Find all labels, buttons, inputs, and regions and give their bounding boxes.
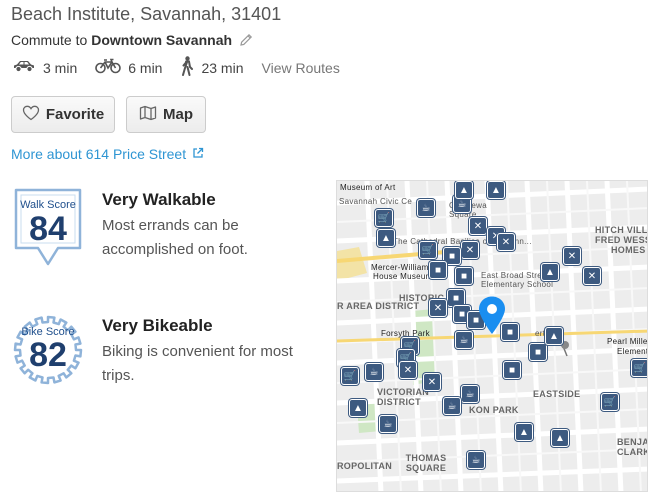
map-poi-shop-icon[interactable]: ■: [429, 261, 447, 279]
map-poi-cafe-icon[interactable]: ☕: [365, 363, 383, 381]
bike-icon: [95, 58, 128, 77]
map-button[interactable]: Map: [126, 96, 206, 133]
map-label-civic: Savannah Civic Ce: [339, 197, 413, 206]
map-label-parkave: KON PARK: [469, 405, 519, 415]
favorite-label: Favorite: [45, 106, 105, 123]
map-label-eastside: EASTSIDE: [533, 389, 581, 399]
map-poi-shop-icon[interactable]: ■: [529, 343, 547, 361]
map-label-metropolitan: ROPOLITAN: [337, 461, 393, 471]
redacted-area-bottom: [14, 420, 214, 468]
map-poi-restaurant-icon[interactable]: ✕: [461, 241, 479, 259]
map-poi-cafe-icon[interactable]: ☕: [461, 385, 479, 403]
map-label: Map: [163, 106, 193, 123]
external-link-icon: [186, 146, 204, 162]
mode-bike[interactable]: 6 min: [95, 58, 162, 77]
commute-destination[interactable]: Downtown Savannah: [91, 32, 232, 48]
map-poi-restaurant-icon[interactable]: ✕: [469, 217, 487, 235]
map-label-eastbroad-2: Elementary School: [481, 280, 554, 289]
mode-bike-time: 6 min: [128, 59, 163, 76]
map-poi-cafe-icon[interactable]: ☕: [443, 397, 461, 415]
walk-score-description: Most errands can be accomplished on foot…: [102, 217, 248, 258]
map-poi-school-icon[interactable]: ▲: [487, 181, 505, 199]
map-poi-shop-icon[interactable]: ■: [455, 267, 473, 285]
heart-icon: [22, 105, 46, 125]
map-poi-restaurant-icon[interactable]: ✕: [429, 299, 447, 317]
map-poi-restaurant-icon[interactable]: ✕: [583, 267, 601, 285]
map-label-milledge-2: Elementa: [617, 347, 647, 356]
map-poi-cart-icon[interactable]: 🛒: [419, 241, 437, 259]
mode-walk-time: 23 min: [201, 59, 244, 76]
more-about-link[interactable]: More about 614 Price Street: [11, 146, 204, 162]
bike-score-value: 82: [29, 336, 67, 374]
mode-walk[interactable]: 23 min: [180, 56, 244, 79]
commute-prefix: Commute to: [11, 32, 88, 48]
map-label-hitch-2: FRED WESSE: [595, 235, 647, 245]
walk-score-value: 84: [29, 210, 67, 248]
bike-score-badge[interactable]: Bike Score 82: [12, 310, 84, 390]
mode-car[interactable]: 3 min: [12, 59, 77, 76]
location-pin-icon[interactable]: [477, 295, 507, 335]
map-poi-cafe-icon[interactable]: ☕: [379, 415, 397, 433]
map-poi-restaurant-icon[interactable]: ✕: [423, 373, 441, 391]
location-title: Beach Institute, Savannah, 31401: [11, 4, 282, 24]
mode-car-time: 3 min: [43, 59, 78, 76]
map-poi-cafe-icon[interactable]: ☕: [417, 199, 435, 217]
map-poi-restaurant-icon[interactable]: ✕: [399, 361, 417, 379]
map-label-hitch-3: HOMES: [611, 245, 646, 255]
map-label-mercer-1: Mercer-Williams: [371, 263, 433, 272]
map-label-eastbroad-1: East Broad Street: [481, 271, 550, 280]
map-label-milledge-1: Pearl Milledge: [607, 337, 648, 346]
map-label-area: R AREA DISTRICT: [337, 301, 420, 311]
bike-score-description: Biking is convenient for most trips.: [102, 343, 293, 384]
map-poi-cart-icon[interactable]: 🛒: [375, 209, 393, 227]
favorite-button[interactable]: Favorite: [11, 96, 115, 133]
map-icon: [139, 105, 163, 125]
map-poi-cafe-icon[interactable]: ☕: [455, 331, 473, 349]
map-poi-cart-icon[interactable]: 🛒: [341, 367, 359, 385]
pencil-icon[interactable]: [238, 32, 254, 48]
map-label-mercer-2: House Museum: [373, 272, 433, 281]
map-label-thomas: THOMAS SQUARE: [405, 453, 447, 473]
map-poi-restaurant-icon[interactable]: ✕: [563, 247, 581, 265]
walk-score-badge[interactable]: Walk Score 84: [12, 186, 84, 268]
car-icon: [12, 59, 43, 76]
map-poi-school-icon[interactable]: ▲: [377, 229, 395, 247]
map-poi-school-icon[interactable]: ▲: [551, 429, 569, 447]
map-label-museum: Museum of Art: [340, 183, 396, 192]
commute-modes: 3 min 6 min 23 min View Routes: [12, 56, 340, 79]
map-poi-school-icon[interactable]: ▲: [349, 399, 367, 417]
walk-icon: [180, 56, 201, 79]
map-poi-cart-icon[interactable]: 🛒: [631, 359, 647, 377]
map-poi-school-icon[interactable]: ▲: [545, 327, 563, 345]
redacted-area: [222, 90, 532, 142]
map-poi-school-icon[interactable]: ▲: [541, 263, 559, 281]
walk-score-title: Very Walkable: [102, 190, 216, 209]
map-poi-restaurant-icon[interactable]: ✕: [497, 233, 515, 251]
map-poi-shop-icon[interactable]: ■: [503, 361, 521, 379]
map-poi-school-icon[interactable]: ▲: [455, 181, 473, 199]
map-poi-school-icon[interactable]: ▲: [515, 423, 533, 441]
neighborhood-map[interactable]: Museum of Art Savannah Civic Ce Chippewa…: [336, 180, 648, 492]
bike-score-title: Very Bikeable: [102, 316, 213, 335]
map-poi-cart-icon[interactable]: 🛒: [601, 393, 619, 411]
map-label-benja-1: BENJA: [617, 437, 648, 447]
map-label-hitch-1: HITCH VILLA: [595, 225, 648, 235]
map-poi-cafe-icon[interactable]: ☕: [467, 451, 485, 469]
more-about-label: More about 614 Price Street: [11, 146, 187, 162]
commute-line: Commute to Downtown Savannah: [11, 32, 254, 48]
map-label-benja-2: CLARK: [617, 447, 648, 457]
view-routes-link[interactable]: View Routes: [262, 60, 340, 76]
